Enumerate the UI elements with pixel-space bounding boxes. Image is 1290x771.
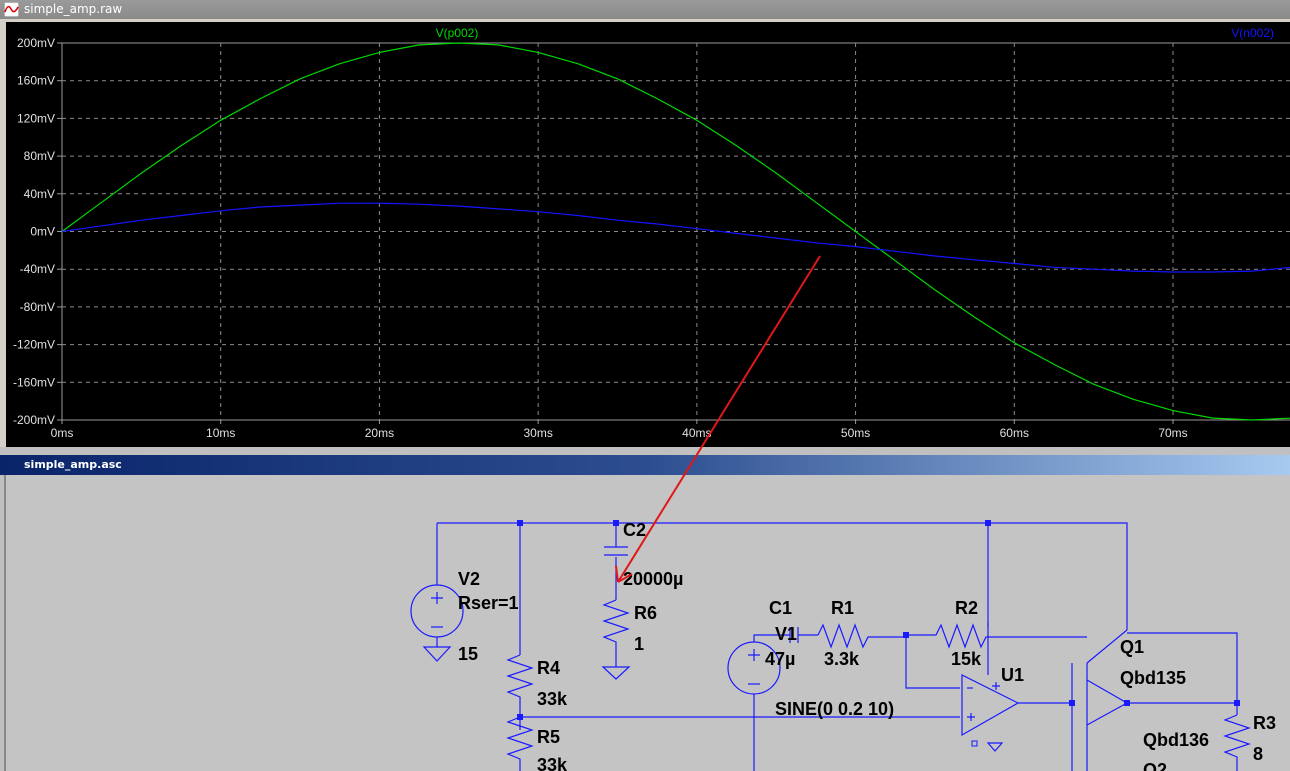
y-tick-label: -120mV bbox=[13, 338, 55, 352]
label-r4[interactable]: R4 bbox=[537, 658, 560, 678]
schematic-background bbox=[6, 475, 1290, 771]
trace-label-vn002[interactable]: V(n002) bbox=[1231, 26, 1274, 40]
label-r2[interactable]: R2 bbox=[955, 598, 978, 618]
label-c1-value[interactable]: 47µ bbox=[765, 649, 795, 669]
label-c1[interactable]: C1 bbox=[769, 598, 792, 618]
x-tick-label: 60ms bbox=[1000, 426, 1029, 440]
x-tick-label: 0ms bbox=[51, 426, 74, 440]
schematic-titlebar[interactable]: simple_amp.asc bbox=[0, 455, 1290, 475]
label-c2[interactable]: C2 bbox=[623, 520, 646, 540]
waveform-window-title: simple_amp.raw bbox=[24, 2, 123, 16]
schematic-window-title: simple_amp.asc bbox=[24, 458, 122, 471]
x-tick-label: 40ms bbox=[682, 426, 711, 440]
y-tick-label: -80mV bbox=[20, 300, 55, 314]
y-tick-label: 120mV bbox=[17, 111, 55, 125]
x-tick-label: 20ms bbox=[365, 426, 394, 440]
trace-label-vp002[interactable]: V(p002) bbox=[436, 26, 479, 40]
label-u1[interactable]: U1 bbox=[1001, 665, 1024, 685]
label-rser[interactable]: Rser=1 bbox=[458, 593, 519, 613]
label-v2-value[interactable]: 15 bbox=[458, 644, 478, 664]
y-tick-label: 200mV bbox=[17, 36, 55, 50]
x-tick-label: 10ms bbox=[206, 426, 235, 440]
x-tick-label: 70ms bbox=[1158, 426, 1187, 440]
y-tick-label: -200mV bbox=[13, 413, 55, 427]
plot-background bbox=[6, 22, 1290, 447]
label-q1-model[interactable]: Qbd135 bbox=[1120, 668, 1186, 688]
y-tick-label: -40mV bbox=[20, 262, 55, 276]
label-v2[interactable]: V2 bbox=[458, 569, 480, 589]
label-r1-value[interactable]: 3.3k bbox=[824, 649, 860, 669]
y-tick-label: 40mV bbox=[24, 187, 55, 201]
schematic-window[interactable]: simple_amp.asc V2 Rser=1 15 C2 20000µ R6… bbox=[0, 455, 1290, 771]
waveform-plot[interactable]: 200mV 160mV 120mV 80mV 40mV 0mV -40mV -80mV -120… bbox=[0, 22, 1290, 447]
y-tick-label: 160mV bbox=[17, 74, 55, 88]
x-tick-label: 30ms bbox=[523, 426, 552, 440]
waveform-app-icon bbox=[4, 2, 19, 17]
label-r2-value[interactable]: 15k bbox=[951, 649, 982, 669]
label-r5-value[interactable]: 33k bbox=[537, 755, 568, 771]
waveform-titlebar[interactable]: simple_amp.raw bbox=[0, 0, 1290, 19]
x-tick-label: 50ms bbox=[841, 426, 870, 440]
label-r5[interactable]: R5 bbox=[537, 727, 560, 747]
label-sine[interactable]: SINE(0 0.2 10) bbox=[775, 699, 894, 719]
y-tick-label: 0mV bbox=[30, 225, 55, 239]
schematic-canvas[interactable]: V2 Rser=1 15 C2 20000µ R6 1 R4 33k R5 33… bbox=[0, 475, 1290, 771]
label-q2[interactable]: Q2 bbox=[1143, 760, 1167, 771]
label-q2-model[interactable]: Qbd136 bbox=[1143, 730, 1209, 750]
label-c2-value[interactable]: 20000µ bbox=[623, 569, 683, 589]
label-r6[interactable]: R6 bbox=[634, 603, 657, 623]
y-tick-label: 80mV bbox=[24, 149, 55, 163]
label-r3-value[interactable]: 8 bbox=[1253, 744, 1263, 764]
y-tick-label: -160mV bbox=[13, 375, 55, 389]
label-r3[interactable]: R3 bbox=[1253, 713, 1276, 733]
label-v1[interactable]: V1 bbox=[775, 624, 797, 644]
label-r6-value[interactable]: 1 bbox=[634, 634, 644, 654]
label-q1[interactable]: Q1 bbox=[1120, 637, 1144, 657]
label-r4-value[interactable]: 33k bbox=[537, 689, 568, 709]
label-r1[interactable]: R1 bbox=[831, 598, 854, 618]
waveform-window[interactable]: simple_amp.raw 200mV 160mV 120mV 80mV 40mV 0m… bbox=[0, 0, 1290, 447]
